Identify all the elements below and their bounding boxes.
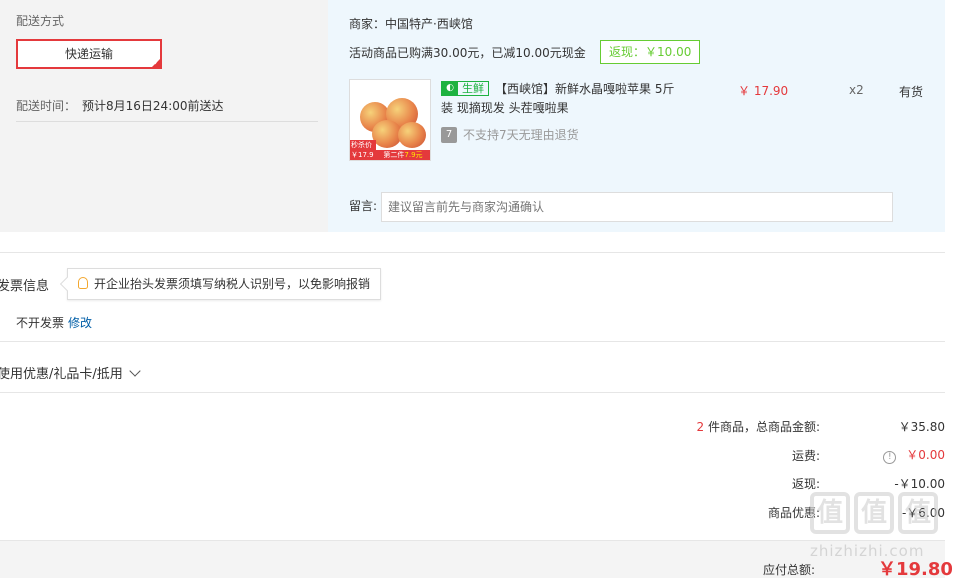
divider (16, 121, 318, 122)
product-quantity: x2 (849, 83, 864, 97)
summary-discount-value: -￥6.00 (901, 506, 945, 520)
invoice-tip: 开企业抬头发票须填写纳税人识别号，以免影响报销 (59, 268, 382, 300)
invoice-tip-text: 开企业抬头发票须填写纳税人识别号，以免影响报销 (94, 277, 371, 291)
express-shipping-label: 快递运输 (64, 47, 113, 61)
summary-shipping-cell: ! ￥0.00 (820, 446, 945, 464)
divider (0, 252, 945, 253)
pay-bar: 应付总额: ￥19.80 (0, 540, 953, 578)
pay-total-label: 应付总额: (763, 563, 816, 577)
delivery-time-value: 预计8月16日24:00前送达 (82, 99, 224, 113)
item-count-suffix: 件商品，总商品金额: (707, 420, 820, 434)
product-price: ￥ 17.90 (738, 84, 789, 98)
summary-total-row: 2 件商品，总商品金额: ￥35.80 (520, 418, 945, 435)
delivery-time-label: 配送时间： (16, 99, 77, 113)
second-item-tag-label: 第二件 (383, 151, 405, 159)
invoice-edit-link[interactable]: 修改 (68, 316, 92, 330)
no-return-notice: 7 不支持7天无理由退货 (441, 126, 579, 143)
divider (0, 341, 945, 342)
fresh-icon: ◐ (442, 82, 458, 95)
summary-discount-row: 商品优惠: -￥6.00 (520, 504, 945, 521)
chevron-down-icon (129, 365, 141, 377)
fresh-badge: ◐ 生鲜 (441, 81, 489, 96)
seckill-tag-price: ￥17.9 (351, 151, 374, 159)
summary-cashback-row: 返现: -￥10.00 (520, 475, 945, 492)
pay-total-value: ￥19.80 (878, 559, 953, 578)
promo-text: 活动商品已购满30.00元，已减10.00元现金 (349, 46, 586, 60)
info-icon[interactable]: ! (883, 451, 897, 464)
coupon-label: 使用优惠/礼品卡/抵用 (0, 367, 123, 382)
seckill-tag: 秒杀价 ￥17.9 (350, 140, 376, 160)
summary-total-value: ￥35.80 (898, 420, 945, 434)
express-shipping-option[interactable]: 快递运输 ✓ (16, 39, 162, 69)
second-item-tag: 第二件7.9元 (376, 150, 430, 160)
cashback-badge: 返现：￥10.00 (600, 40, 701, 64)
no-return-text: 不支持7天无理由退货 (463, 128, 579, 142)
apple-illustration (398, 122, 426, 148)
divider (0, 392, 945, 393)
item-count: 2 (696, 420, 705, 434)
fresh-badge-label: 生鲜 (462, 82, 484, 95)
message-input[interactable] (381, 192, 893, 222)
coupon-toggle[interactable]: 使用优惠/礼品卡/抵用 (0, 363, 141, 382)
summary-shipping-label: 运费: (791, 448, 820, 463)
stock-status: 有货 (899, 85, 924, 99)
message-label: 留言: (349, 199, 378, 213)
check-icon: ✓ (153, 58, 160, 67)
seckill-tag-label: 秒杀价 (351, 141, 372, 149)
invoice-label: 发票信息 (0, 279, 50, 294)
second-item-tag-price: 7.9元 (404, 151, 423, 159)
delivery-time: 配送时间： 预计8月16日24:00前送达 (16, 97, 224, 114)
summary-cashback-value: -￥10.00 (894, 477, 945, 491)
shipping-method-label: 配送方式 (16, 14, 65, 28)
summary-total-label: 2 件商品，总商品金额: (520, 418, 820, 435)
summary-cashback-label: 返现: (791, 477, 820, 491)
summary-shipping-row: 运费: ! ￥0.00 (520, 446, 945, 464)
product-image[interactable]: 秒杀价 ￥17.9 第二件7.9元 (349, 79, 431, 161)
summary-discount-label: 商品优惠: (767, 506, 820, 520)
invoice-value-text: 不开发票 (16, 316, 65, 330)
merchant-name: 商家：中国特产·西峡馆 (349, 17, 473, 31)
merchant-panel: 商家：中国特产·西峡馆 活动商品已购满30.00元，已减10.00元现金 返现：… (328, 0, 945, 232)
lightbulb-icon (78, 277, 88, 289)
summary-shipping-value: ￥0.00 (906, 448, 945, 462)
seven-day-icon: 7 (441, 126, 457, 143)
invoice-value: 不开发票 修改 (16, 314, 92, 331)
tip-arrow (59, 276, 75, 292)
